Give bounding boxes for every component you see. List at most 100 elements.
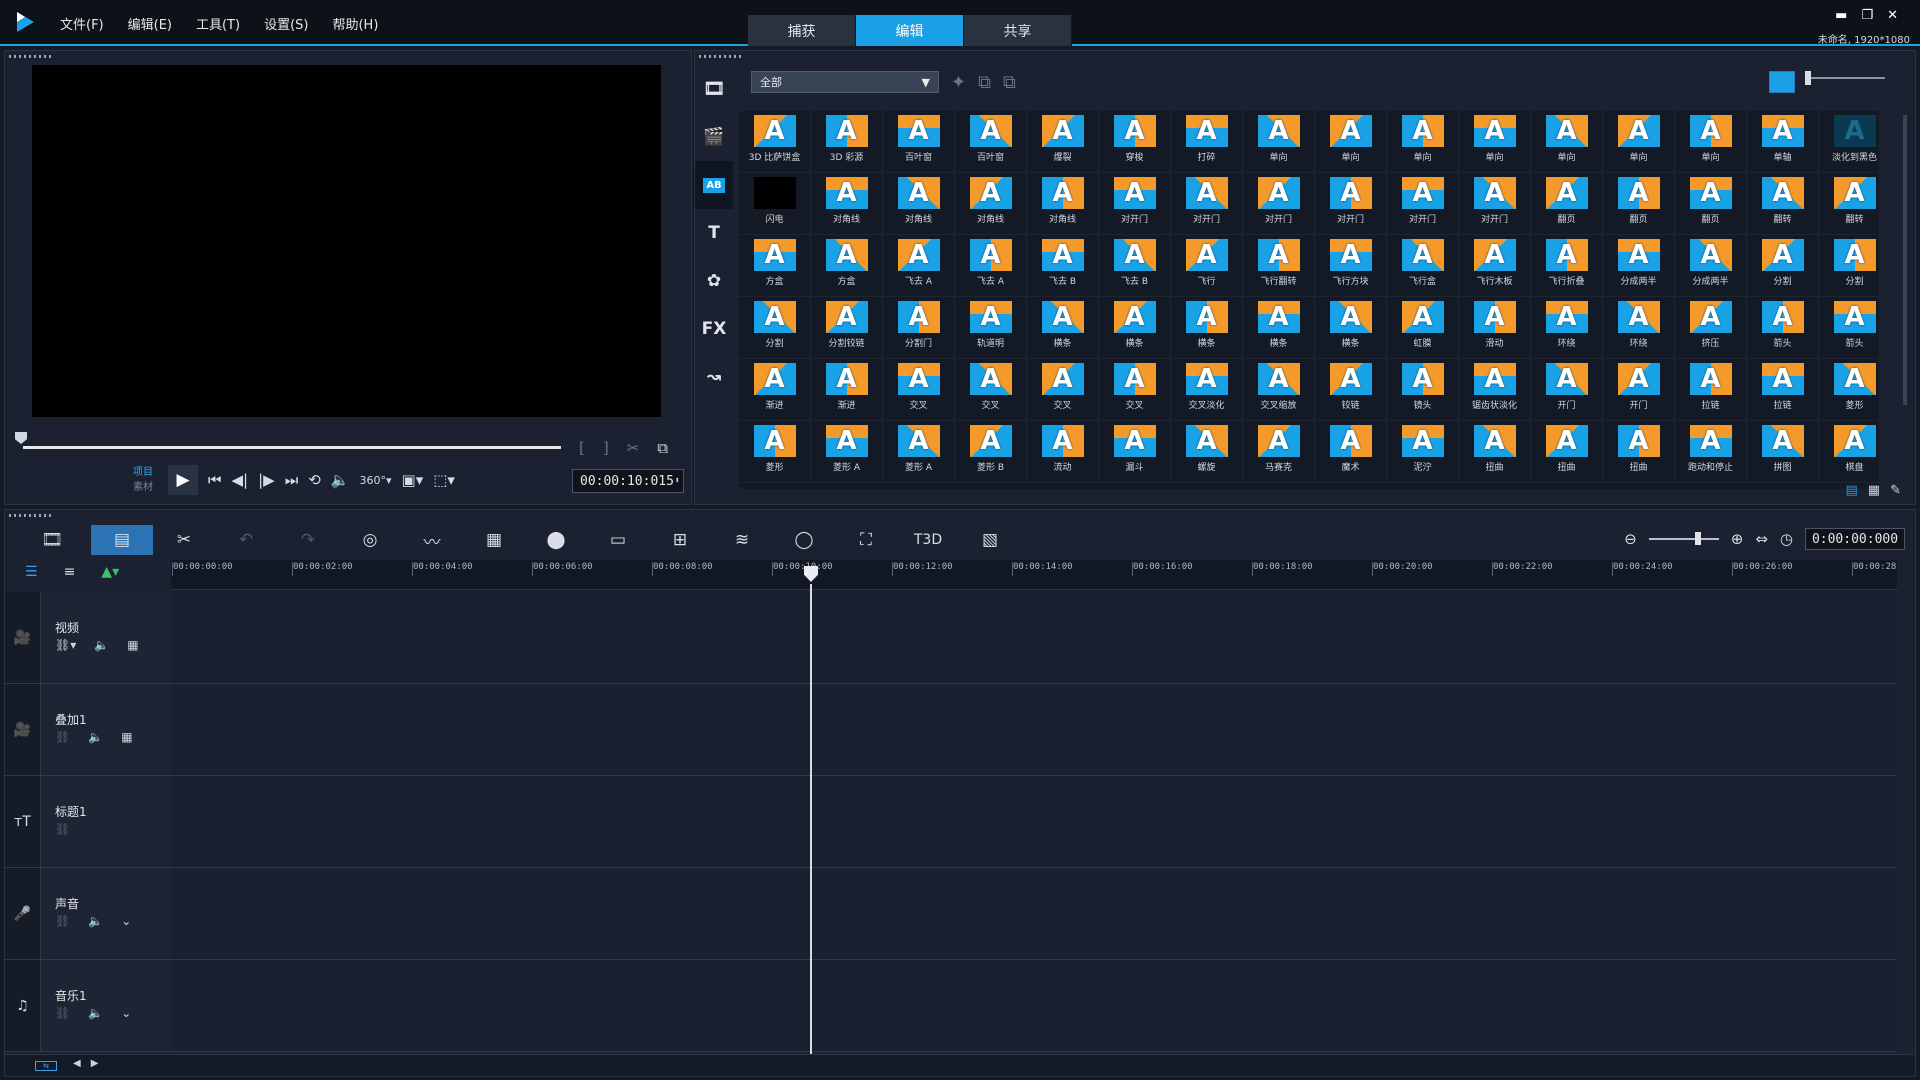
transition-item[interactable]: A 螺旋 [1171,421,1243,483]
split-screen-icon[interactable]: ▧ [959,525,1021,555]
subtitle-editor-icon[interactable]: ▭ [587,525,649,555]
scroll-lock-icon[interactable]: ⇆ [35,1061,57,1071]
transition-item[interactable]: A 百叶窗 [955,111,1027,173]
tab-capture[interactable]: 捕获 [748,15,856,46]
title-icon[interactable]: T [695,209,733,257]
transition-item[interactable]: A 穿梭 [1099,111,1171,173]
mark-in-icon[interactable]: [ [579,439,585,457]
graphics-icon[interactable]: ✿ [695,257,733,305]
transition-item[interactable]: A 交叉 [955,359,1027,421]
transition-item[interactable]: A 拼图 [1747,421,1819,483]
transition-item[interactable]: A 菱形 [1819,359,1891,421]
repeat-icon[interactable]: ⟲ [308,471,321,489]
transition-item[interactable]: A 环绕 [1603,297,1675,359]
transition-item[interactable]: A 滑动 [1459,297,1531,359]
transition-item[interactable]: A 飞行盒 [1387,235,1459,297]
mute-icon[interactable]: 🔈 [88,730,103,744]
transition-item[interactable]: A 横条 [1315,297,1387,359]
mute-icon[interactable]: 🔈 [94,638,109,652]
track-header[interactable]: 音乐1 ⛓ 🔈 ⌄ [41,960,171,1051]
time-ruler[interactable]: 00:00:00:00 00:00:02:00 00:00:04:00 00:00:0… [171,560,1897,590]
transition-item[interactable]: A 交叉 [1099,359,1171,421]
zoom-slider[interactable] [1648,532,1719,545]
scrub-bar[interactable] [23,446,561,449]
play-button[interactable]: ▶ [168,465,198,495]
transition-item[interactable]: A 镜头 [1387,359,1459,421]
filter-fx-icon[interactable]: FX [695,305,733,353]
expand-icon[interactable]: ⌄ [121,914,131,928]
link-icon[interactable]: ⛓ [55,730,70,744]
transition-item[interactable]: A 渐进 [811,359,883,421]
transition-item[interactable]: A 翻转 [1747,173,1819,235]
scroll-arrows-icon[interactable]: ◀▶ [73,1058,108,1069]
next-frame-icon[interactable]: |▶ [258,471,275,489]
minimize-button[interactable]: ▬ [1835,8,1847,23]
panel-grip[interactable] [9,514,53,517]
sound-mixer-icon[interactable]: 〰 [401,525,463,555]
zoom-out-icon[interactable]: ⊖ [1624,530,1637,548]
transition-item[interactable]: A 对开门 [1243,173,1315,235]
3d-title-icon[interactable]: T3D [897,525,959,555]
transition-item[interactable]: A 单向 [1603,111,1675,173]
transition-item[interactable]: A 菱形 [739,421,811,483]
transition-item[interactable]: A 魔术 [1315,421,1387,483]
record-capture-icon[interactable]: ◎ [339,525,401,555]
transition-item[interactable]: A 虹膜 [1387,297,1459,359]
category-dropdown[interactable]: 全部 ▼ [751,71,939,93]
track-content[interactable] [171,960,1897,1051]
transition-item[interactable]: A 扭曲 [1603,421,1675,483]
transition-item[interactable]: A 淡化到黑色 [1819,111,1891,173]
undo-icon[interactable]: ↶ [215,525,277,555]
thumbnail-size-slider[interactable] [1805,71,1885,85]
auto-music-icon[interactable]: ▦ [463,525,525,555]
transition-item[interactable]: A 开门 [1531,359,1603,421]
mode-project[interactable]: 项目 [133,465,153,480]
mute-icon[interactable]: 🔈 [88,914,103,928]
split-clip-icon[interactable]: ✂ [627,439,640,457]
transition-item[interactable]: A 泥泞 [1387,421,1459,483]
transition-item[interactable]: A 分成两半 [1603,235,1675,297]
tools-icon[interactable]: ✂ [153,525,215,555]
transition-item[interactable]: A 单向 [1387,111,1459,173]
track-header[interactable]: 视频 ⛓▾ 🔈 ▦ [41,592,171,683]
transition-item[interactable]: A 对开门 [1387,173,1459,235]
edit-icon[interactable]: ✎ [1890,483,1901,498]
transition-item[interactable]: A 3D 彩源 [811,111,883,173]
multi-camera-icon[interactable]: ⊞ [649,525,711,555]
transition-item[interactable]: A 方盒 [739,235,811,297]
library-panel-icon[interactable]: ▤ [1846,483,1858,498]
menu-edit[interactable]: 编辑(E) [128,14,172,33]
transition-item[interactable]: 闪电 [739,173,811,235]
transition-item[interactable]: A 分割 [739,297,811,359]
transition-item[interactable]: A 横条 [1243,297,1315,359]
mark-out-icon[interactable]: ] [603,439,609,457]
transition-item[interactable]: A 飞去 A [955,235,1027,297]
transition-item[interactable]: A 交叉缩放 [1243,359,1315,421]
apply-random-icon[interactable]: ⧉ [978,72,991,93]
transition-item[interactable]: A 飞去 A [883,235,955,297]
maximize-button[interactable]: ❐ [1861,8,1873,23]
track-content[interactable] [171,684,1897,775]
motion-tracking-icon[interactable]: ⬤ [525,525,587,555]
transition-item[interactable]: A 漏斗 [1099,421,1171,483]
tab-edit[interactable]: 编辑 [856,15,964,46]
transition-item[interactable]: A 分割 [1819,235,1891,297]
prev-frame-icon[interactable]: ◀| [232,471,249,489]
transition-item[interactable]: A 渐进 [739,359,811,421]
enlarge-preview-icon[interactable]: ⧉ [657,439,668,457]
smart-proxy-icon[interactable]: ⬚▾ [433,471,455,489]
transition-item[interactable]: A 分割门 [883,297,955,359]
transition-item[interactable]: A 对开门 [1459,173,1531,235]
close-button[interactable]: ✕ [1887,8,1898,23]
transition-item[interactable]: A 对开门 [1099,173,1171,235]
track-content[interactable] [171,592,1897,683]
panel-grip[interactable] [699,55,743,58]
track-header[interactable]: 声音 ⛓ 🔈 ⌄ [41,868,171,959]
storyboard-view-icon[interactable]: 🎞 [21,525,83,555]
instant-project-icon[interactable]: 🎬 [695,113,733,161]
menu-settings[interactable]: 设置(S) [264,14,308,33]
transition-item[interactable]: A 3D 比萨饼盒 [739,111,811,173]
transition-item[interactable]: A 拉链 [1747,359,1819,421]
transition-item[interactable]: A 箭头 [1747,297,1819,359]
media-icon[interactable]: 🎞 [695,65,733,113]
